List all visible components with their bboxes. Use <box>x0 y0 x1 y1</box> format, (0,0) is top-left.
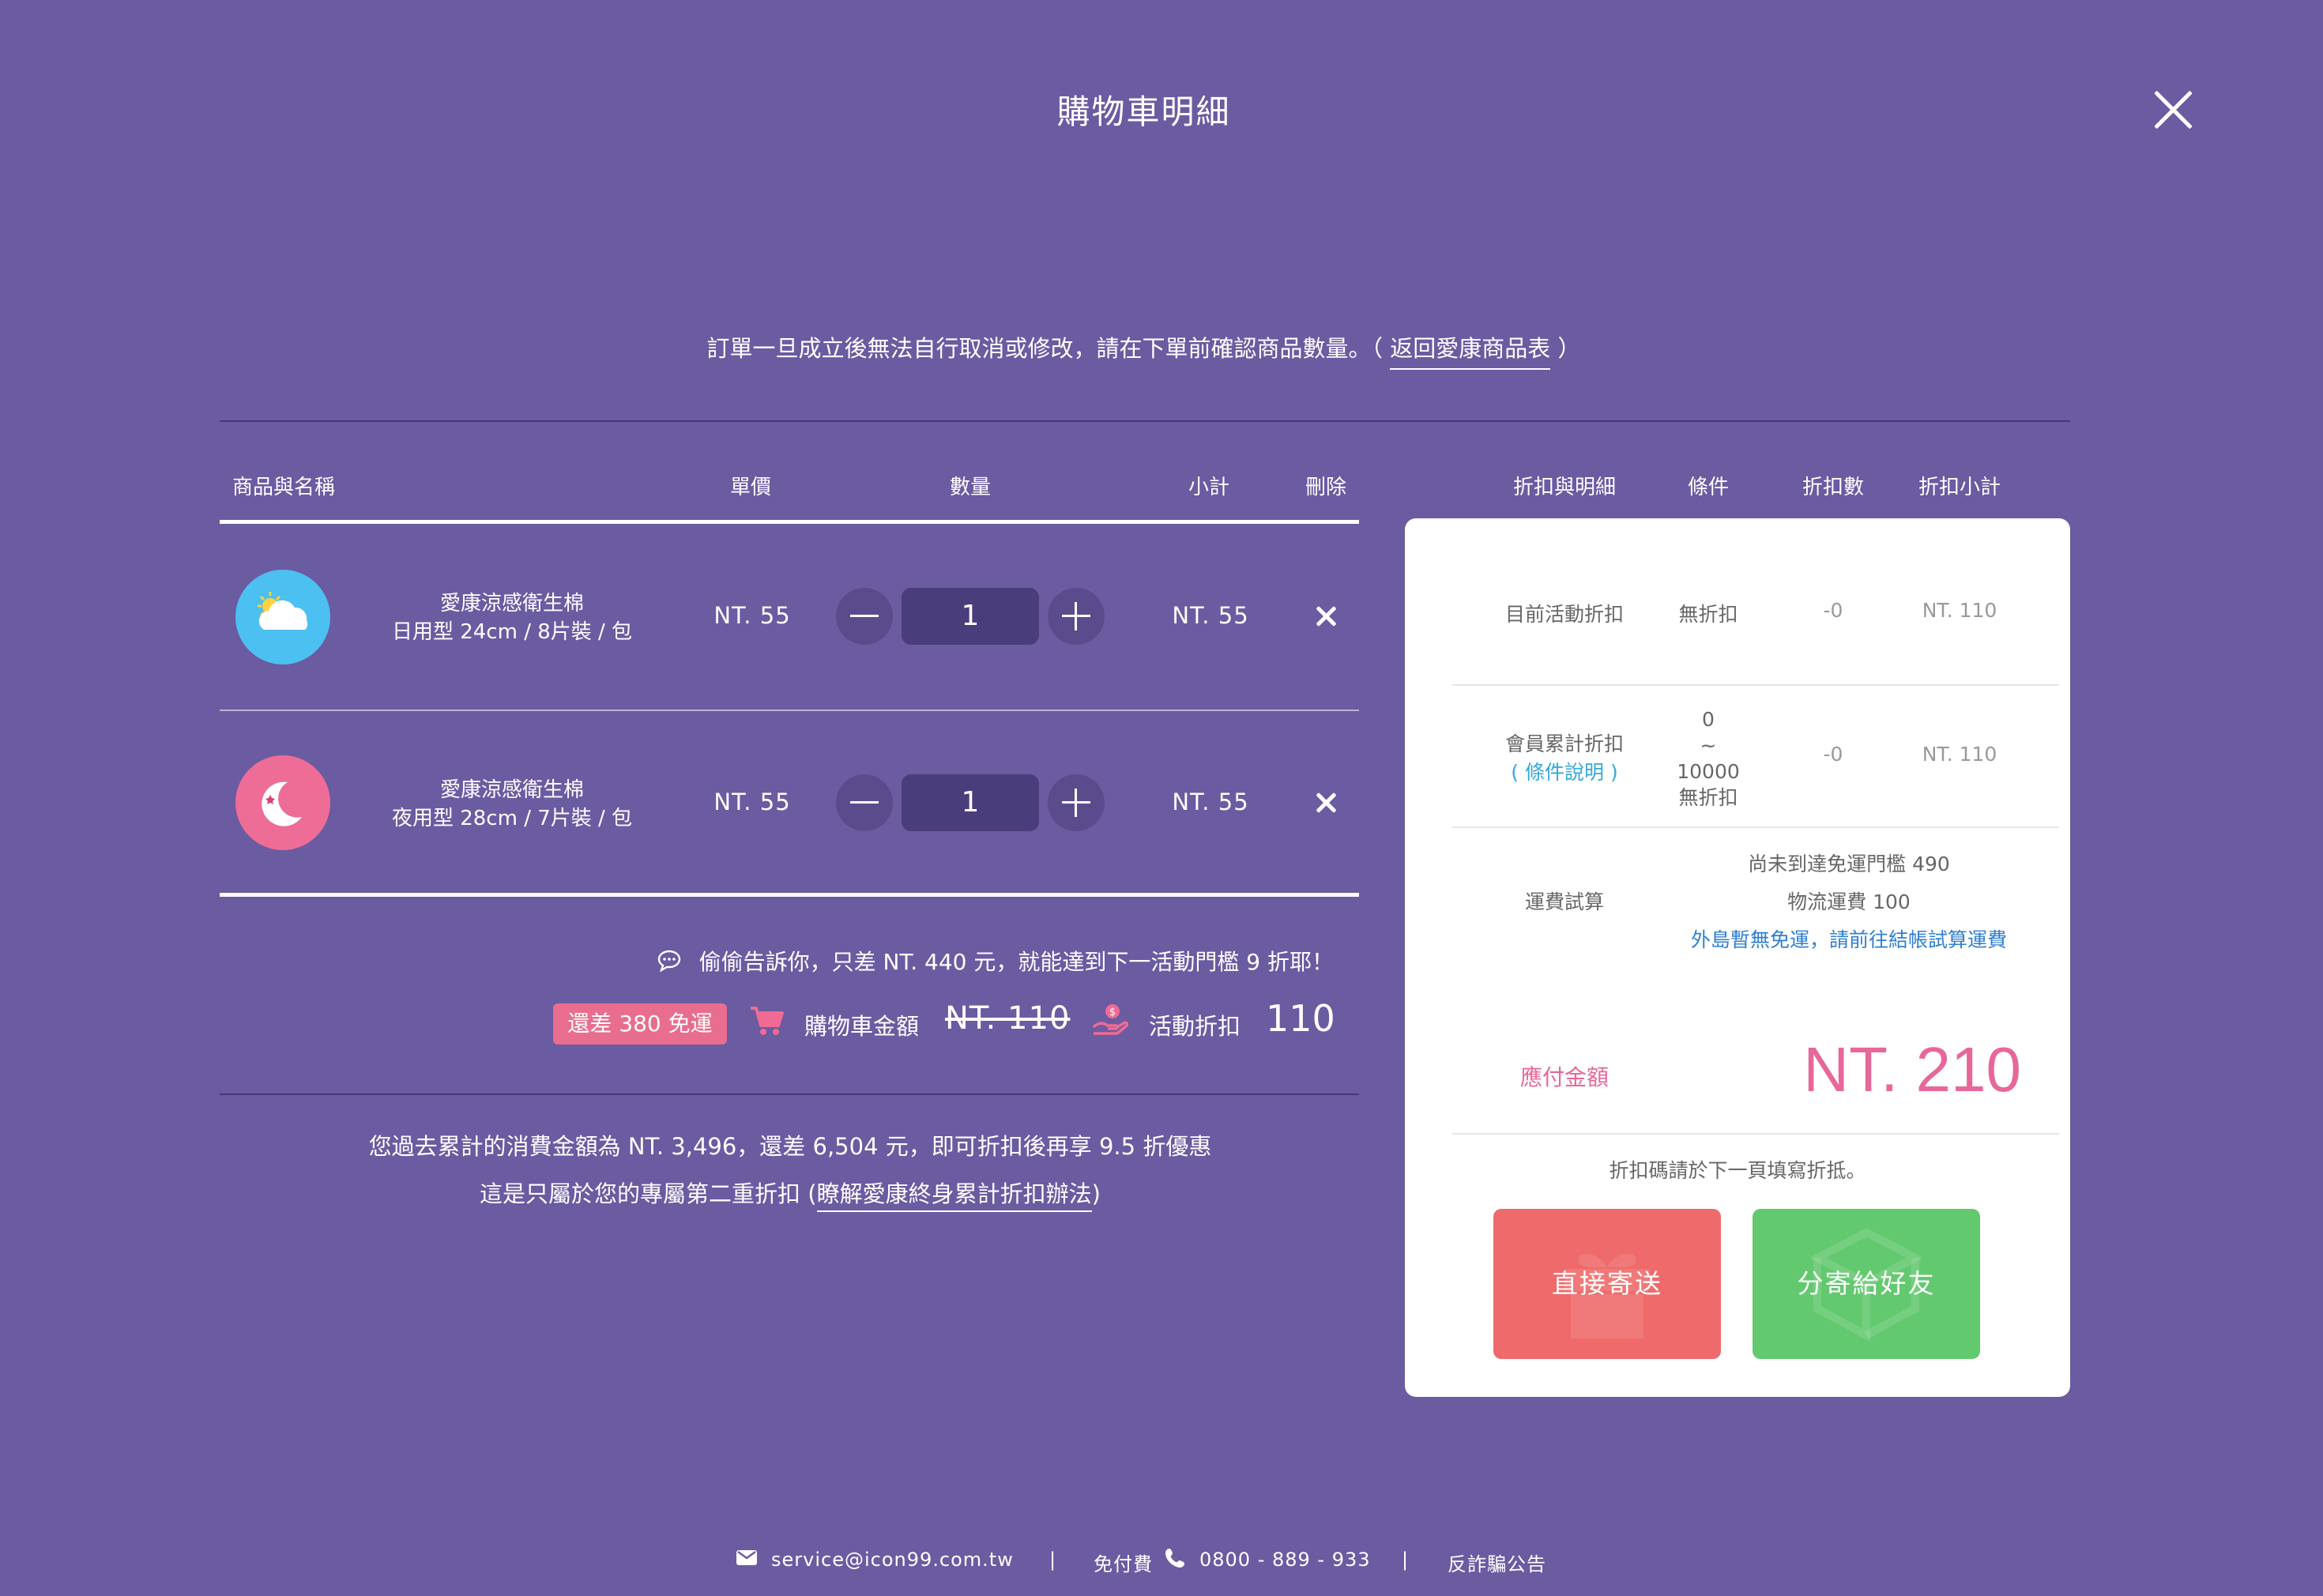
table-bottom-line <box>220 893 1359 897</box>
divider <box>220 420 2070 422</box>
footer-separator: | <box>1402 1549 1410 1571</box>
cart-icon <box>749 1005 784 1040</box>
discount-panel: 目前活動折扣 無折扣 -0 NT. 110 會員累計折扣 ( 條件說明 ) 0 … <box>1405 518 2070 1397</box>
coupon-note: 折扣碼請於下一頁填寫折抵。 <box>1609 1159 1866 1182</box>
discount-row-subtotal: NT. 110 <box>1922 743 1997 766</box>
product-name: 愛康涼感衛生棉 <box>439 778 584 802</box>
promo-hint-text: 偷偷告訴你，只差 NT. 440 元，就能達到下一活動門檻 9 折耶！ <box>698 949 1334 975</box>
unit-price: NT. 55 <box>713 789 791 815</box>
phone-icon <box>1165 1547 1185 1571</box>
qty-input[interactable]: 1 <box>902 588 1039 645</box>
qty-input[interactable]: 1 <box>902 774 1039 831</box>
promo-hint: 偷偷告訴你，只差 NT. 440 元，就能達到下一活動門檻 9 折耶！ <box>0 945 1334 977</box>
product-spec: 夜用型 28cm / 7片裝 / 包 <box>391 807 633 830</box>
product-name-cell: 愛康涼感衛生棉 夜用型 28cm / 7片裝 / 包 <box>378 776 646 833</box>
product-spec: 日用型 24cm / 8片裝 / 包 <box>391 620 633 644</box>
shipping-threshold: 尚未到達免運門檻 490 <box>1748 853 1950 875</box>
page-title: 購物車明細 <box>1056 92 1231 131</box>
sun-cloud-icon <box>235 570 330 664</box>
mail-icon <box>735 1547 759 1571</box>
header-subtotal: 小計 <box>1188 476 1229 499</box>
delete-icon[interactable] <box>1310 600 1342 632</box>
discount-row-condition: 無折扣 <box>1678 603 1738 626</box>
footer-email[interactable]: service@icon99.com.tw <box>771 1549 1014 1571</box>
moon-icon <box>235 755 330 850</box>
outlying-island-link[interactable]: 外島暫無免運，請前往結帳試算運費 <box>1659 924 2039 953</box>
product-name: 愛康涼感衛生棉 <box>439 592 584 615</box>
chat-icon <box>657 950 681 977</box>
cumulative-discount-link[interactable]: 瞭解愛康終身累計折扣辦法 <box>816 1180 1092 1212</box>
send-to-friend-label: 分寄給好友 <box>1797 1268 1936 1299</box>
condition-line: 0 <box>1702 708 1715 731</box>
increase-qty-button[interactable] <box>1048 774 1105 831</box>
fraud-notice-link[interactable]: 反詐騙公告 <box>1448 1549 1546 1576</box>
send-to-friend-button[interactable]: 分寄給好友 <box>1753 1209 1980 1359</box>
close-icon[interactable] <box>2152 89 2193 130</box>
header-discount-detail: 折扣與明細 <box>1512 476 1616 499</box>
discount-hand-icon: $ <box>1092 1002 1129 1040</box>
condition-line: 無折扣 <box>1678 786 1738 809</box>
condition-line: ~ <box>1700 734 1717 757</box>
subtotal: NT. 55 <box>1172 789 1249 815</box>
payable-label: 應付金額 <box>1519 1064 1609 1090</box>
cumulative-text: 這是只屬於您的專屬第二重折扣 ( <box>480 1180 817 1207</box>
panel-divider <box>1452 684 2059 686</box>
header-delete: 刪除 <box>1305 476 1346 499</box>
subtotal: NT. 55 <box>1172 602 1249 629</box>
discount-amount: 110 <box>1266 997 1335 1040</box>
decrease-qty-button[interactable] <box>836 588 893 645</box>
header-price: 單價 <box>729 476 771 499</box>
footer-separator: | <box>1049 1549 1057 1571</box>
decrease-qty-button[interactable] <box>836 774 893 831</box>
shipping-label: 運費試算 <box>1524 890 1604 913</box>
table-row: 愛康涼感衛生棉 夜用型 28cm / 7片裝 / 包 NT. 55 1 NT. … <box>220 711 1359 894</box>
delete-icon[interactable] <box>1310 787 1342 819</box>
condition-explain-wrap: ( 條件說明 ) <box>1511 761 1618 784</box>
discount-row-count: -0 <box>1823 599 1843 622</box>
discount-row-condition: 0 ~ 10000 無折扣 <box>1661 706 1756 811</box>
condition-explain-link[interactable]: 條件說明 <box>1525 761 1604 784</box>
footer-phone[interactable]: 0800 - 889 - 933 <box>1199 1549 1371 1571</box>
header-condition: 條件 <box>1687 476 1729 499</box>
cart-amount: NT. 110 <box>945 1000 1071 1037</box>
footer-free-label: 免付費 <box>1094 1553 1153 1575</box>
notice-text: 訂單一旦成立後無法自行取消或修改，請在下單前確認商品數量。（ <box>706 335 1384 362</box>
direct-ship-label: 直接寄送 <box>1552 1268 1662 1299</box>
divider <box>220 1093 1359 1095</box>
cumulative-text-end: ) <box>1091 1180 1101 1207</box>
panel-divider <box>1452 826 2059 828</box>
shipping-fee: 物流運費 100 <box>1787 890 1911 913</box>
panel-divider <box>1452 1133 2059 1135</box>
order-notice: 訂單一旦成立後無法自行取消或修改，請在下單前確認商品數量。（ 返回愛康商品表 ） <box>0 330 2287 370</box>
header-discount-count: 折扣數 <box>1802 476 1864 499</box>
direct-ship-button[interactable]: 直接寄送 <box>1493 1209 1721 1359</box>
table-row: 愛康涼感衛生棉 日用型 24cm / 8片裝 / 包 NT. 55 1 NT. … <box>220 523 1359 710</box>
header-discount-subtotal: 折扣小計 <box>1918 476 2001 499</box>
cumulative-info-2: 這是只屬於您的專屬第二重折扣 (瞭解愛康終身累計折扣辦法) <box>0 1176 1580 1212</box>
header-name: 商品與名稱 <box>232 476 336 499</box>
increase-qty-button[interactable] <box>1048 588 1105 645</box>
discount-label: 活動折扣 <box>1149 1013 1241 1040</box>
notice-close-paren: ） <box>1557 335 1581 362</box>
condition-line: 10000 <box>1677 760 1740 783</box>
free-shipping-badge: 還差 380 免運 <box>553 1003 727 1045</box>
discount-row-label: 目前活動折扣 <box>1504 603 1624 626</box>
back-to-products-link[interactable]: 返回愛康商品表 <box>1390 335 1551 370</box>
discount-row-subtotal: NT. 110 <box>1922 599 1997 622</box>
cart-amount-label: 購物車金額 <box>804 1013 920 1040</box>
product-name-cell: 愛康涼感衛生棉 日用型 24cm / 8片裝 / 包 <box>378 589 646 646</box>
discount-row-count: -0 <box>1823 743 1843 766</box>
header-qty: 數量 <box>949 476 991 499</box>
unit-price: NT. 55 <box>713 602 791 629</box>
svg-text:$: $ <box>1109 1007 1116 1018</box>
payable-amount: NT. 210 <box>1803 1034 2021 1105</box>
discount-row-label: 會員累計折扣 <box>1504 732 1624 755</box>
cumulative-info: 您過去累計的消費金額為 NT. 3,496，還差 6,504 元，即可折扣後再享… <box>368 1133 1212 1160</box>
